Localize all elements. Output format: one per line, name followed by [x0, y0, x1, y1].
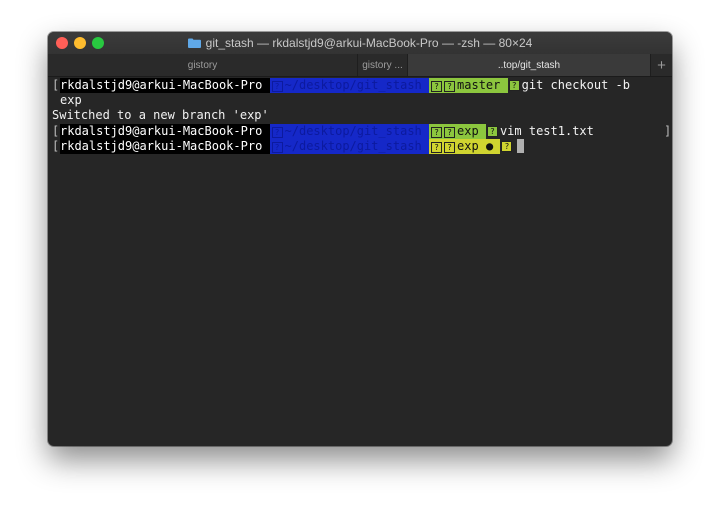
prompt-end-glyph-icon: ? — [486, 126, 498, 137]
prompt-user: rkdalstjd9@arkui-MacBook-Pro — [60, 139, 270, 154]
terminal-line: [ rkdalstjd9@arkui-MacBook-Pro ? ~/deskto… — [52, 124, 594, 139]
prompt-bracket: [ — [52, 124, 60, 138]
folder-icon — [187, 38, 201, 48]
tab-gistory[interactable]: gistory — [48, 54, 358, 76]
terminal-line: exp — [60, 93, 82, 108]
prompt-user: rkdalstjd9@arkui-MacBook-Pro — [60, 124, 270, 139]
new-tab-button[interactable]: + — [651, 54, 672, 76]
terminal-output[interactable]: [ rkdalstjd9@arkui-MacBook-Pro ? ~/deskto… — [48, 77, 672, 446]
git-glyph-icon: ? — [431, 127, 443, 138]
prompt-path-segment: ? ~/desktop/git_stash — [269, 78, 430, 93]
minimize-button[interactable] — [74, 37, 86, 49]
prompt-bracket: [ — [52, 78, 60, 92]
command-text: vim test1.txt — [499, 124, 594, 138]
tab-git-stash[interactable]: ..top/git_stash — [408, 54, 651, 76]
prompt-path-segment: ? ~/desktop/git_stash — [269, 124, 430, 139]
prompt-branch: exp — [457, 139, 479, 153]
terminal-cursor — [517, 139, 525, 153]
terminal-window: git_stash — rkdalstjd9@arkui-MacBook-Pro… — [48, 32, 672, 446]
window-title: git_stash — rkdalstjd9@arkui-MacBook-Pro… — [205, 36, 533, 50]
prompt-git-segment: ?? exp — [429, 124, 486, 139]
tab-bar: gistory gistory ... ..top/git_stash + — [48, 54, 672, 77]
git-glyph-icon: ? — [431, 81, 443, 92]
prompt-end-glyph-icon: ? — [501, 141, 513, 152]
prompt-bracket: [ — [52, 139, 60, 153]
prompt-path: ~/desktop/git_stash — [284, 139, 422, 153]
folder-glyph-icon: ? — [271, 127, 283, 138]
prompt-git-segment: ?? master — [429, 78, 508, 93]
tab-gistory-2[interactable]: gistory ... — [358, 54, 408, 76]
folder-glyph-icon: ? — [271, 81, 283, 92]
branch-glyph-icon: ? — [444, 127, 456, 138]
folder-glyph-icon: ? — [271, 142, 283, 153]
terminal-line: Switched to a new branch 'exp' — [52, 108, 269, 123]
maximize-button[interactable] — [92, 37, 104, 49]
prompt-user: rkdalstjd9@arkui-MacBook-Pro — [60, 78, 270, 93]
prompt-branch: exp — [457, 124, 479, 138]
prompt-bracket-close: ] — [664, 124, 672, 138]
output-text: exp — [60, 93, 82, 107]
terminal-line: [ rkdalstjd9@arkui-MacBook-Pro ? ~/deskto… — [52, 78, 630, 93]
branch-glyph-icon: ? — [444, 142, 456, 153]
prompt-path: ~/desktop/git_stash — [284, 78, 422, 92]
output-text: Switched to a new branch 'exp' — [52, 108, 269, 122]
git-glyph-icon: ? — [431, 142, 443, 153]
terminal-line: [ rkdalstjd9@arkui-MacBook-Pro ? ~/deskto… — [52, 139, 525, 154]
window-title-group: git_stash — rkdalstjd9@arkui-MacBook-Pro… — [187, 36, 533, 50]
command-text: git checkout -b — [521, 78, 630, 92]
prompt-path-segment: ? ~/desktop/git_stash — [269, 139, 430, 154]
prompt-branch: master — [457, 78, 501, 92]
prompt-end-glyph-icon: ? — [508, 80, 520, 91]
prompt-path: ~/desktop/git_stash — [284, 124, 422, 138]
close-button[interactable] — [56, 37, 68, 49]
title-bar[interactable]: git_stash — rkdalstjd9@arkui-MacBook-Pro… — [48, 32, 672, 54]
branch-glyph-icon: ? — [444, 81, 456, 92]
prompt-git-segment-dirty: ?? exp ● — [429, 139, 501, 154]
